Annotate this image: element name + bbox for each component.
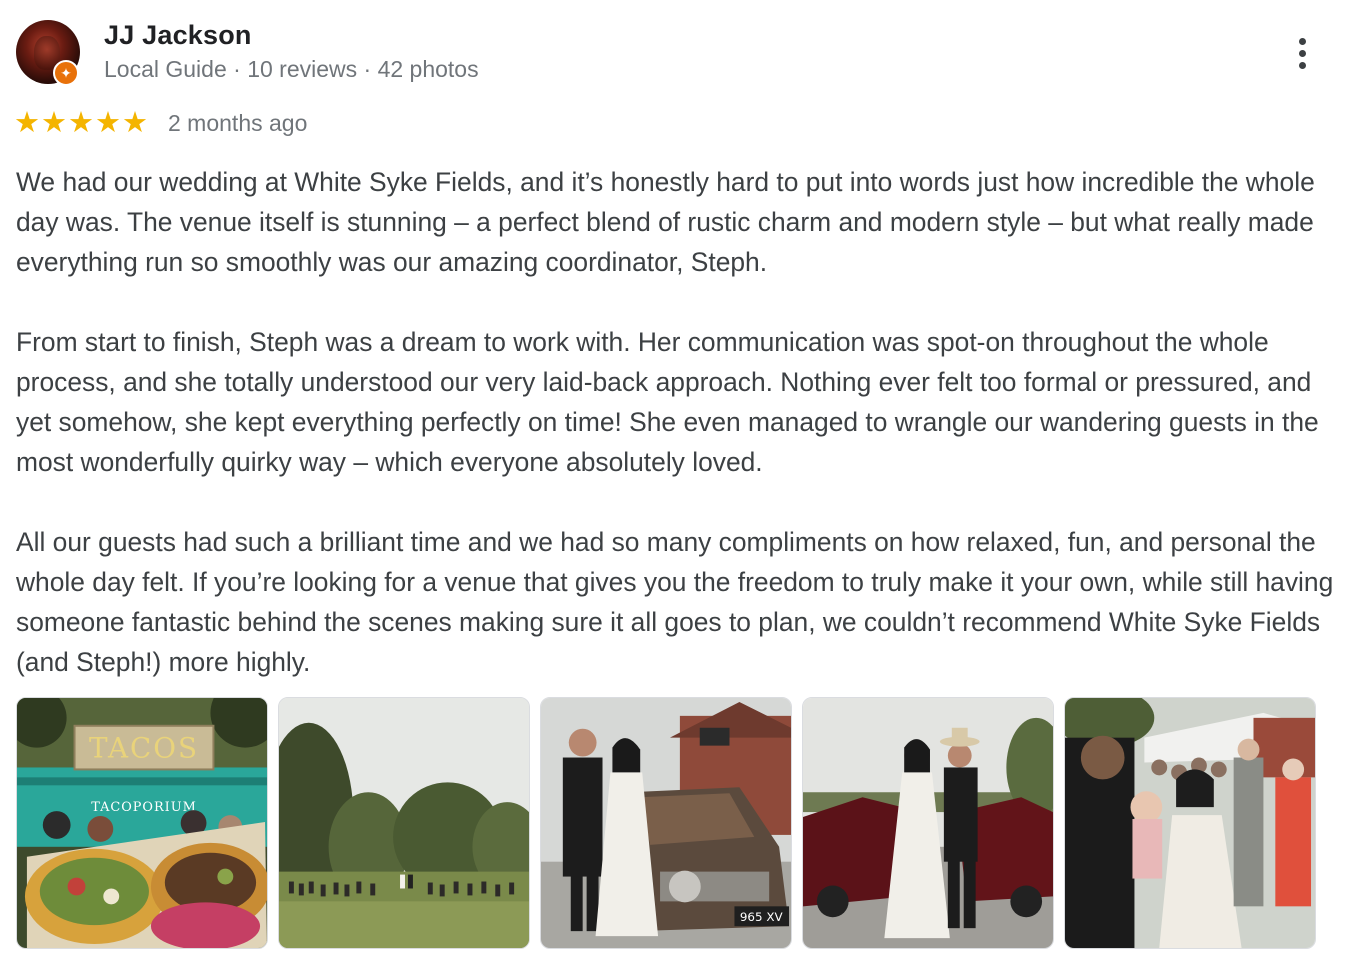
review-paragraph: From start to finish, Steph was a dream … — [16, 327, 1319, 477]
review-photo-guests[interactable] — [1064, 697, 1316, 949]
star-icon: ★ — [68, 107, 94, 139]
review-paragraph: All our guests had such a brilliant time… — [16, 527, 1334, 677]
more-dot-icon — [1298, 37, 1306, 45]
more-dot-icon — [1298, 49, 1306, 57]
outdoor-ceremony-photo — [279, 698, 529, 948]
review-photo-ceremony[interactable] — [278, 697, 530, 949]
couple-with-red-car-photo — [803, 698, 1053, 948]
review-photo-couple-car[interactable] — [802, 697, 1054, 949]
couple-with-truck-photo: 965 XV — [541, 698, 791, 948]
star-rating: ★ ★ ★ ★ ★ — [14, 108, 148, 138]
star-icon: ★ — [41, 107, 67, 139]
star-icon: ★ — [14, 107, 40, 139]
taco-truck-photo: TACOS TACOPORIUM — [17, 698, 267, 948]
review-photo-tacos[interactable]: TACOS TACOPORIUM — [16, 697, 268, 949]
local-guide-badge-icon: ✦ — [53, 60, 79, 86]
review-card: ✦ JJ Jackson Local Guide · 10 reviews · … — [0, 0, 1368, 972]
review-text: We had our wedding at White Syke Fields,… — [16, 162, 1336, 682]
svg-text:TACOPORIUM: TACOPORIUM — [91, 800, 197, 815]
svg-text:TACOS: TACOS — [89, 732, 199, 765]
reviewer-meta[interactable]: Local Guide · 10 reviews · 42 photos — [104, 56, 479, 83]
reviewer-name[interactable]: JJ Jackson — [104, 20, 252, 51]
svg-text:965 XV: 965 XV — [740, 910, 784, 924]
review-photo-couple-truck[interactable]: 965 XV — [540, 697, 792, 949]
more-options-button[interactable] — [1284, 30, 1320, 76]
more-dot-icon — [1298, 61, 1306, 69]
star-icon: ★ — [95, 107, 121, 139]
couple-with-guests-photo — [1065, 698, 1315, 948]
review-paragraph: We had our wedding at White Syke Fields,… — [16, 167, 1315, 277]
review-photos: TACOS TACOPORIUM 965 XV — [16, 697, 1316, 949]
review-date: 2 months ago — [168, 110, 308, 136]
star-icon: ★ — [122, 107, 148, 139]
